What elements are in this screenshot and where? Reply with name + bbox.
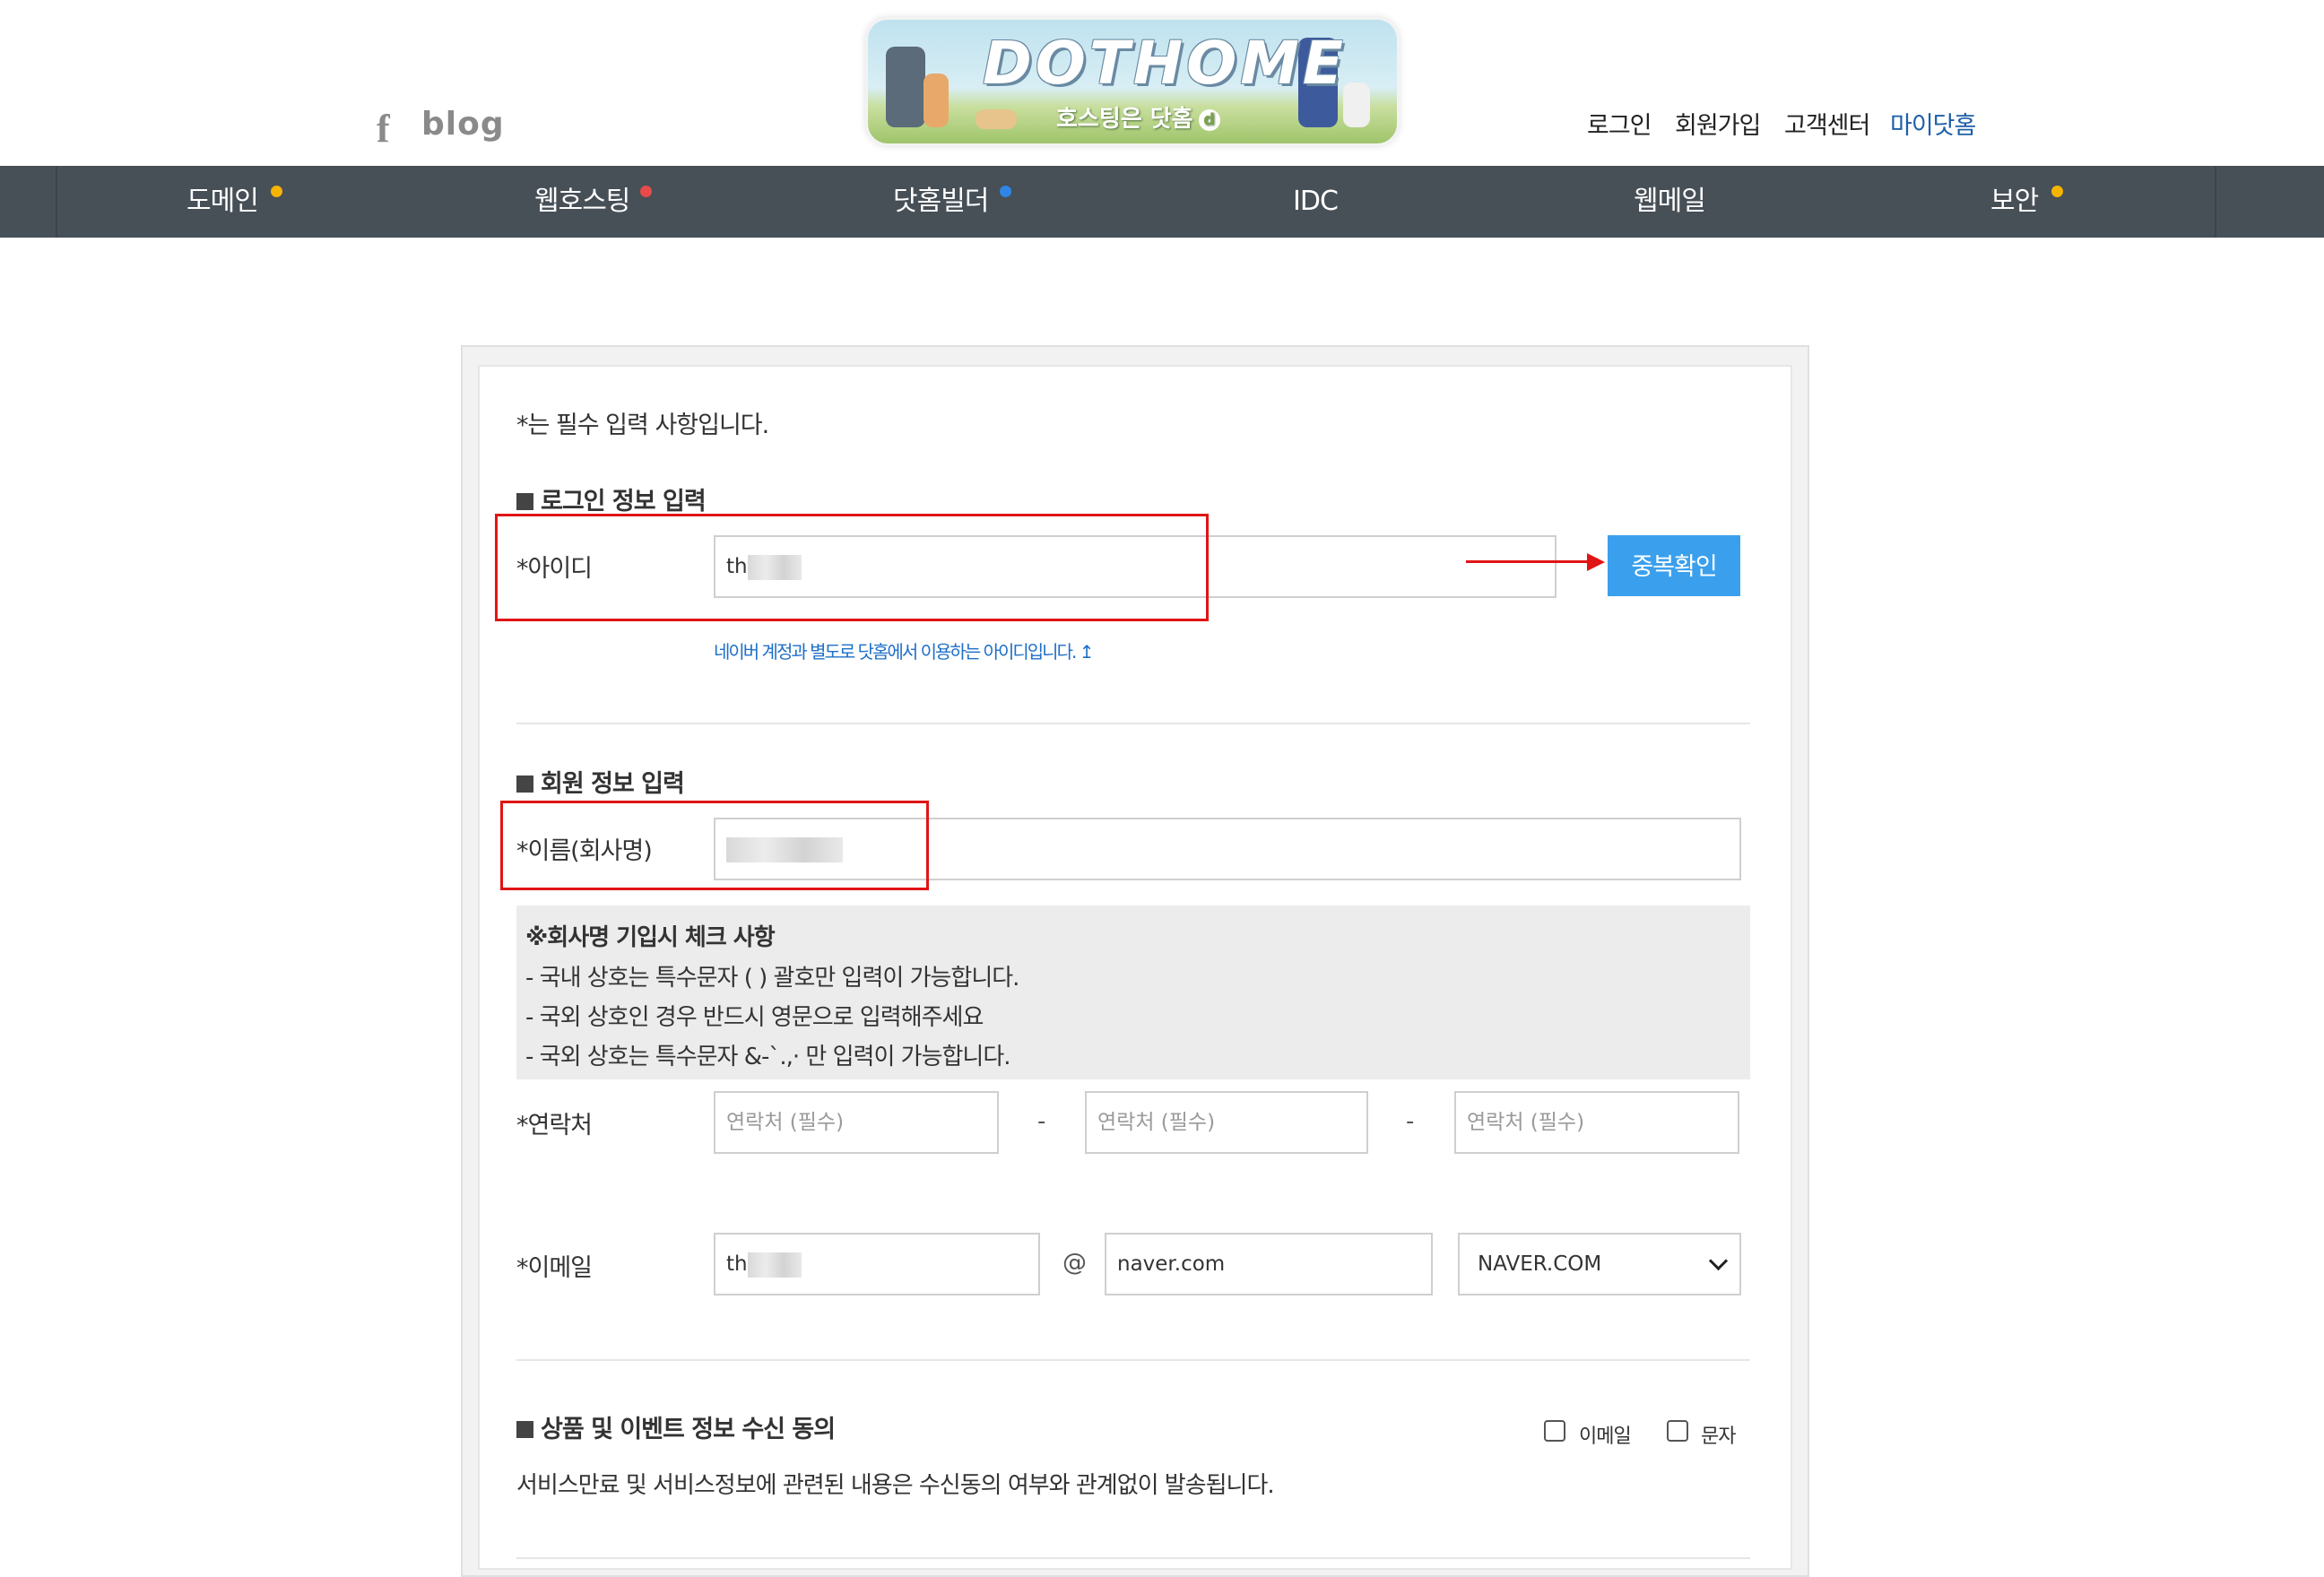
email-local-input[interactable]: th: [714, 1233, 1040, 1295]
consent-email-label[interactable]: 이메일: [1579, 1420, 1632, 1449]
nav-item-security[interactable]: 보안: [1990, 166, 2039, 238]
main-nav: 도메인 웹호스팅 닷홈빌더 IDC 웹메일 보안: [0, 166, 2324, 238]
annotation-arrow-icon: [1587, 553, 1605, 571]
email-domain-select[interactable]: NAVER.COM: [1458, 1233, 1741, 1295]
contact-separator: -: [1037, 1108, 1045, 1135]
consent-sms-checkbox[interactable]: [1667, 1420, 1688, 1442]
nav-dot-builder: [1000, 186, 1011, 197]
logo-figure-dog: [976, 109, 1017, 129]
logo-title: DOTHOME: [983, 29, 1348, 98]
logo-figure-left: [886, 47, 925, 127]
nav-item-webmail[interactable]: 웹메일: [1634, 166, 1706, 238]
email-label: *이메일: [516, 1254, 593, 1282]
square-bullet-icon: [516, 1421, 533, 1438]
facebook-icon[interactable]: f: [377, 106, 390, 152]
redacted-mask: [747, 1252, 802, 1278]
section-divider: [516, 723, 1750, 724]
square-bullet-icon: [516, 493, 533, 510]
annotation-box-name: [500, 801, 929, 890]
notice-line: - 국외 상호는 특수문자 &-`.,· 만 입력이 가능합니다.: [525, 1044, 1011, 1070]
nav-item-builder[interactable]: 닷홈빌더: [893, 166, 989, 238]
email-domain-input[interactable]: naver.com: [1105, 1233, 1433, 1295]
contact-separator: -: [1406, 1108, 1414, 1135]
nav-item-idc[interactable]: IDC: [1293, 166, 1339, 238]
id-hint: 네이버 계정과 별도로 닷홈에서 이용하는 아이디입니다. ↥: [714, 641, 1094, 663]
logo-figure-kid: [1343, 82, 1370, 127]
nav-item-webhosting[interactable]: 웹호스팅: [534, 166, 630, 238]
section-divider: [516, 1359, 1750, 1361]
my-dothome-link[interactable]: 마이닷홈: [1890, 106, 1976, 141]
nav-dot-security: [2051, 186, 2063, 197]
contact-input-1[interactable]: 연락처 (필수): [714, 1091, 999, 1154]
contact-input-2[interactable]: 연락처 (필수): [1085, 1091, 1368, 1154]
notice-line: - 국외 상호인 경우 반드시 영문으로 입력해주세요: [525, 1004, 984, 1031]
nav-item-domain[interactable]: 도메인: [186, 166, 259, 238]
nav-dot-webhosting: [640, 186, 652, 197]
notice-line: - 국내 상호는 특수문자 ( ) 괄호만 입력이 가능합니다.: [525, 965, 1019, 992]
annotation-box-id: [495, 514, 1209, 621]
consent-section-title: 상품 및 이벤트 정보 수신 동의: [516, 1409, 836, 1444]
signup-link[interactable]: 회원가입: [1675, 106, 1761, 141]
logo-subtitle: 호스팅은 닷홈 d: [1056, 100, 1220, 134]
chevron-down-icon: [1708, 1251, 1729, 1271]
annotation-arrow-line: [1466, 560, 1591, 563]
blog-link[interactable]: blog: [421, 106, 505, 143]
nav-edge-left: [56, 166, 57, 238]
notice-title: ※회사명 기입시 체크 사항: [525, 924, 776, 951]
dothome-mark-icon: d: [1198, 108, 1220, 131]
contact-label: *연락처: [516, 1112, 593, 1139]
email-at-sign: @: [1062, 1249, 1087, 1277]
nav-edge-right: [2215, 166, 2216, 238]
nav-dot-domain: [271, 186, 282, 197]
member-section-title: 회원 정보 입력: [516, 764, 685, 799]
support-link[interactable]: 고객센터: [1784, 106, 1870, 141]
login-section-title: 로그인 정보 입력: [516, 481, 707, 516]
required-note: *는 필수 입력 사항입니다.: [516, 412, 769, 439]
login-link[interactable]: 로그인: [1587, 106, 1652, 141]
consent-description: 서비스만료 및 서비스정보에 관련된 내용은 수신동의 여부와 관계없이 발송됩…: [516, 1472, 1275, 1499]
contact-input-3[interactable]: 연락처 (필수): [1454, 1091, 1739, 1154]
consent-email-checkbox[interactable]: [1544, 1420, 1565, 1442]
consent-sms-label[interactable]: 문자: [1701, 1420, 1736, 1449]
logo-figure-child: [924, 74, 949, 127]
dothome-logo[interactable]: DOTHOME 호스팅은 닷홈 d: [868, 20, 1397, 143]
section-divider: [516, 1557, 1750, 1559]
square-bullet-icon: [516, 776, 533, 793]
duplicate-check-button[interactable]: 중복확인: [1608, 535, 1740, 596]
